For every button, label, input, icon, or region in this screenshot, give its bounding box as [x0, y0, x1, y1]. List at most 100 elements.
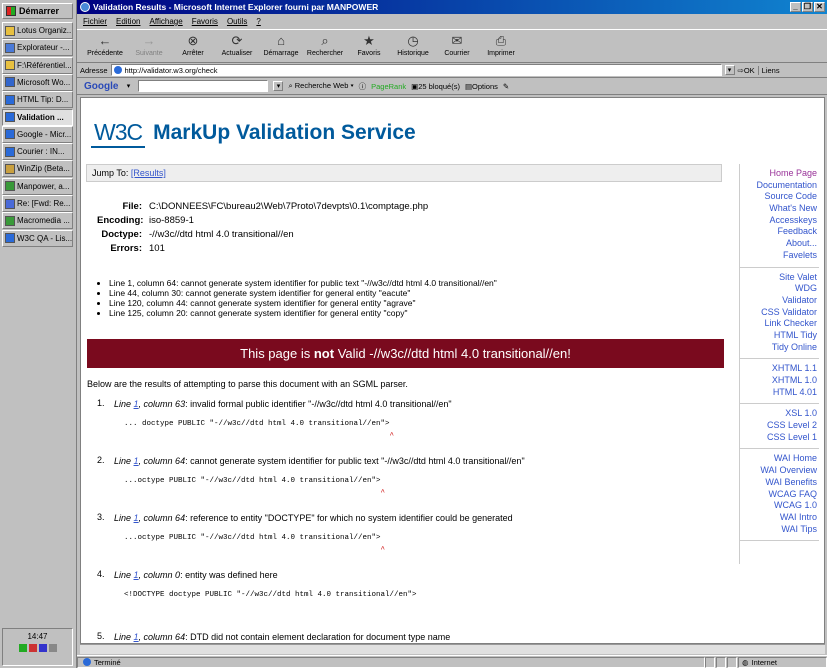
toolbar-button[interactable]: ← Précédente — [83, 34, 127, 58]
nav-link[interactable]: Site Valet — [740, 272, 817, 284]
taskbar-button[interactable]: WinZip (Beta... — [2, 160, 73, 178]
menu-item[interactable]: ? — [256, 17, 260, 26]
nav-link[interactable]: Source Code — [740, 191, 817, 203]
taskbar-button[interactable]: W3C QA - Lis... — [2, 229, 73, 247]
nav-link[interactable]: Link Checker — [740, 318, 817, 330]
nav-link[interactable]: WAI Benefits — [740, 477, 817, 489]
address-dropdown[interactable]: ▾ — [724, 65, 735, 75]
taskbar-button[interactable]: Macromedia ... — [2, 212, 73, 230]
nav-link[interactable]: HTML 4.01 — [740, 387, 817, 399]
google-menu-dropdown[interactable]: ▾ — [123, 81, 134, 91]
nav-link[interactable]: WCAG 1.0 — [740, 500, 817, 512]
tray-app-icon[interactable] — [38, 644, 47, 652]
page-content: W3C MarkUp Validation Service Jump To: [… — [80, 97, 825, 644]
toolbar-button[interactable]: ⌕ Rechercher — [303, 34, 347, 58]
search-web-button[interactable]: ⌕ Recherche Web ▾ — [288, 81, 353, 91]
toolbar-button[interactable]: ⌂ Démarrage — [259, 34, 303, 58]
menu-item[interactable]: Outils — [227, 17, 247, 26]
nav-link[interactable]: Validator — [740, 295, 817, 307]
address-input[interactable]: http://validator.w3.org/check — [110, 64, 722, 76]
nav-link[interactable]: WAI Intro — [740, 512, 817, 524]
meta-value: -//w3c//dtd html 4.0 transitional//en — [149, 228, 294, 240]
taskbar-button[interactable]: Explorateur -... — [2, 39, 73, 57]
menu-item[interactable]: Affichage — [149, 17, 182, 26]
nav-link[interactable]: CSS Level 2 — [740, 420, 817, 432]
invalid-not: not — [313, 346, 335, 361]
nav-link[interactable]: WAI Tips — [740, 524, 817, 536]
tray-app-icon[interactable] — [48, 644, 57, 652]
toolbar-button[interactable]: ⎙ Imprimer — [479, 34, 523, 58]
taskbar-button[interactable]: Lotus Organiz... — [2, 22, 73, 39]
minimize-button[interactable]: _ — [790, 2, 801, 12]
nav-link[interactable]: What's New — [740, 203, 817, 215]
taskbar-button[interactable]: Validation ... — [2, 108, 73, 126]
nav-link[interactable]: Feedback — [740, 226, 817, 238]
taskbar-button[interactable]: Manpower, a... — [2, 177, 73, 195]
meta-label: Doctype: — [101, 228, 142, 240]
taskbar-button[interactable]: Courier : IN... — [2, 143, 73, 161]
taskbar-button[interactable]: HTML Tip: D... — [2, 91, 73, 109]
pagerank-indicator[interactable]: PageRank — [371, 82, 406, 91]
maximize-button[interactable]: ❐ — [802, 2, 813, 12]
toolbar-button[interactable]: ◷ Historique — [391, 34, 435, 58]
error-summary-list: Line 1, column 64: cannot generate syste… — [99, 278, 497, 318]
result-line: Line 1, column 64: cannot generate syste… — [114, 455, 727, 467]
nav-link[interactable]: Favelets — [740, 250, 817, 262]
tray-app-icon[interactable] — [28, 644, 37, 652]
horizontal-scrollbar[interactable] — [80, 644, 825, 654]
nav-link[interactable]: Home Page — [740, 168, 817, 180]
results-link[interactable]: [Results] — [131, 168, 166, 178]
page-icon — [83, 658, 91, 666]
nav-link[interactable]: WDG — [740, 283, 817, 295]
nav-link[interactable]: XHTML 1.1 — [740, 363, 817, 375]
nav-link[interactable]: About... — [740, 238, 817, 250]
start-button[interactable]: Démarrer — [2, 3, 73, 19]
nav-link[interactable]: XHTML 1.0 — [740, 375, 817, 387]
toolbar-button[interactable]: ★ Favoris — [347, 33, 391, 58]
system-tray: 14:47 — [2, 628, 73, 666]
toolbar-button[interactable]: → Suivante — [127, 34, 171, 58]
address-value: http://validator.w3.org/check — [124, 65, 218, 75]
popup-blocker[interactable]: ▣25 bloqué(s) — [411, 82, 460, 91]
nav-link[interactable]: HTML Tidy — [740, 330, 817, 342]
taskbar-button[interactable]: Re: [Fwd: Re... — [2, 195, 73, 212]
nav-link[interactable]: CSS Level 1 — [740, 432, 817, 444]
w3c-logo[interactable]: W3C — [91, 119, 146, 148]
taskbar-button[interactable]: Google - Micr... — [2, 125, 73, 143]
close-button[interactable]: ✕ — [814, 2, 825, 12]
toolbar-button[interactable]: ✉ Courrier — [435, 34, 479, 58]
highlight-icon[interactable]: ✎ — [503, 82, 509, 91]
options-button[interactable]: ▤Options — [465, 82, 498, 91]
app-icon — [5, 129, 15, 140]
address-bar: Adresse http://validator.w3.org/check ▾ … — [77, 63, 827, 78]
menu-item[interactable]: Edition — [116, 17, 140, 26]
nav-link[interactable]: Documentation — [740, 180, 817, 192]
page-icon — [113, 66, 122, 74]
page-title: MarkUp Validation Service — [153, 121, 416, 144]
toolbar-button[interactable]: ⟳ Actualiser — [215, 34, 259, 58]
google-logo[interactable]: Google — [84, 81, 118, 92]
google-search-dropdown[interactable]: ▾ — [273, 81, 284, 91]
menu-item[interactable]: Favoris — [192, 17, 218, 26]
nav-link[interactable]: CSS Validator — [740, 307, 817, 319]
google-search-input[interactable] — [138, 80, 269, 92]
favorites-icon: ★ — [363, 33, 375, 48]
go-label: OK — [743, 65, 755, 75]
info-icon[interactable]: ⓘ — [359, 81, 367, 92]
menu-item[interactable]: Fichier — [83, 17, 107, 26]
nav-link[interactable]: WCAG FAQ — [740, 489, 817, 501]
tray-app-icon[interactable] — [18, 644, 27, 652]
app-icon — [5, 94, 15, 105]
taskbar-button[interactable]: F:\Référentiel... — [2, 56, 73, 74]
line-label: Line — [114, 399, 132, 409]
nav-link[interactable]: WAI Home — [740, 453, 817, 465]
nav-link[interactable]: Tidy Online — [740, 342, 817, 354]
go-button[interactable]: ⇨OK — [738, 66, 755, 75]
invalid-text: This page is — [240, 346, 311, 361]
nav-link[interactable]: WAI Overview — [740, 465, 817, 477]
nav-link[interactable]: XSL 1.0 — [740, 408, 817, 420]
taskbar-button[interactable]: Microsoft Wo... — [2, 73, 73, 91]
nav-link[interactable]: Accesskeys — [740, 215, 817, 227]
links-label[interactable]: Liens — [757, 65, 780, 75]
toolbar-button[interactable]: ⊗ Arrêter — [171, 34, 215, 58]
